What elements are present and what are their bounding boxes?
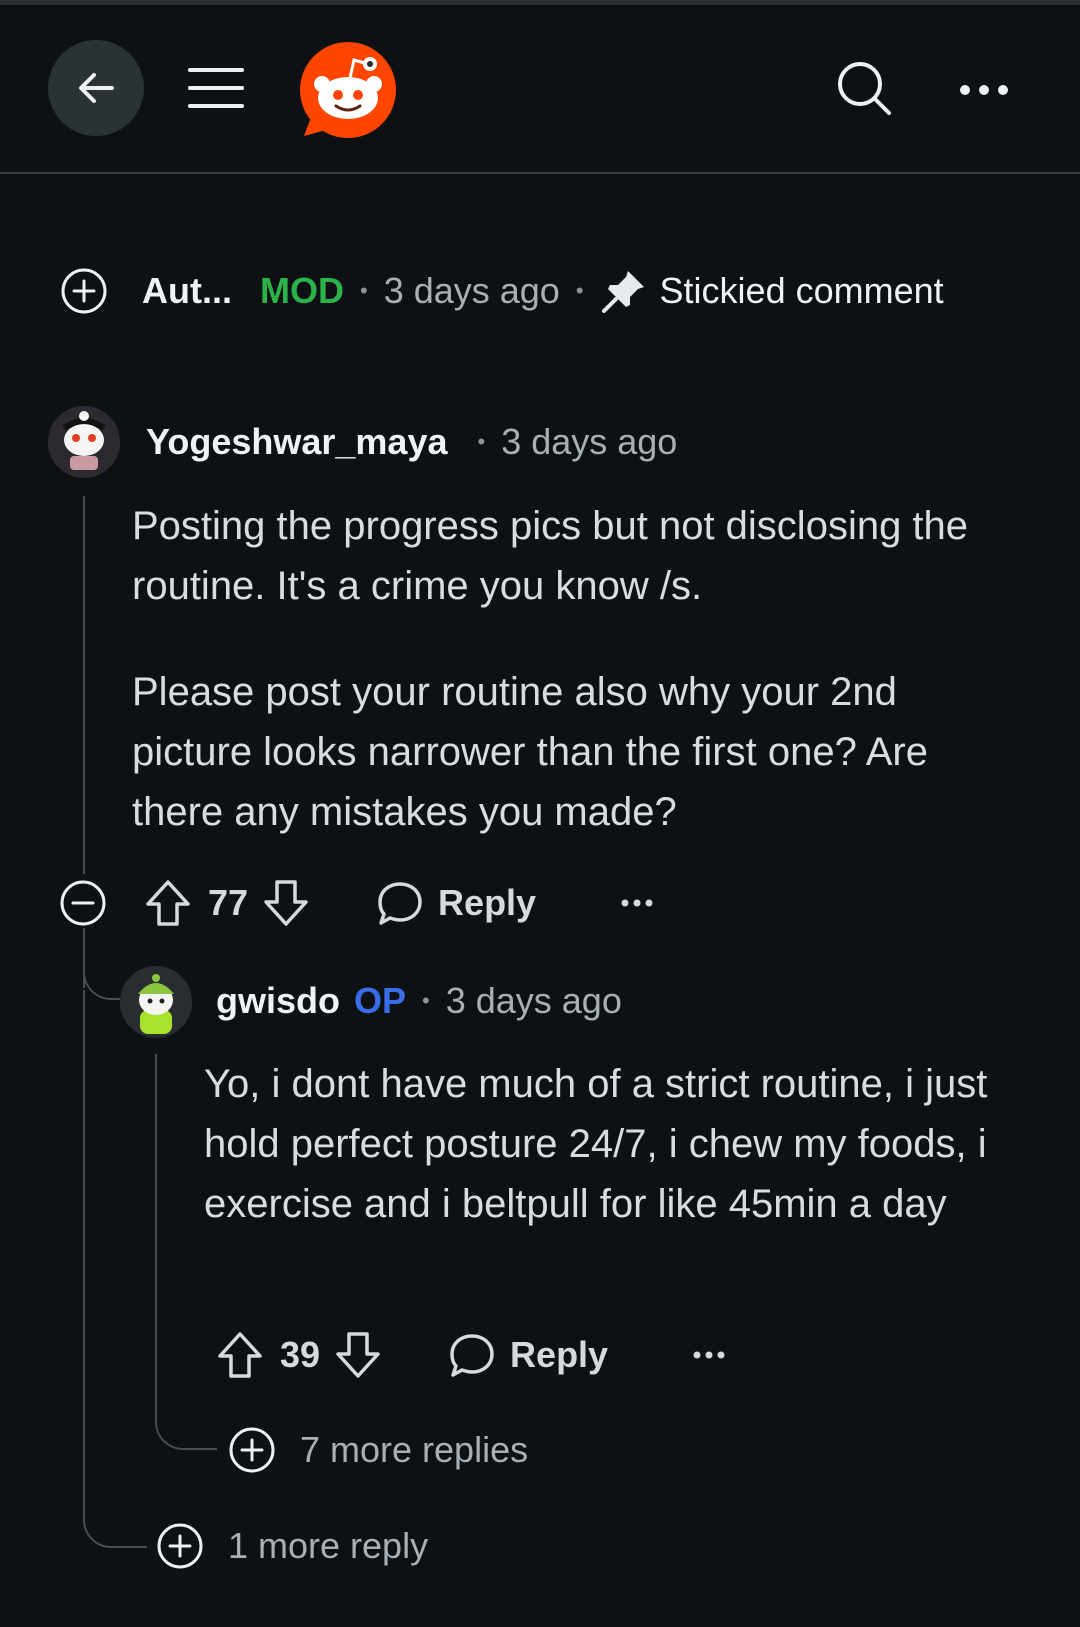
vote-count: 39: [280, 1334, 321, 1375]
comment-paragraph: Yo, i dont have much of a strict routine…: [204, 1062, 988, 1226]
comment-paragraph: Please post your routine also why your 2…: [132, 670, 928, 834]
more-reply-button[interactable]: 1 more reply: [156, 1521, 428, 1571]
separator-dot: •: [575, 278, 584, 303]
more-replies-label: 7 more replies: [300, 1429, 529, 1470]
more-options-button[interactable]: [955, 70, 1015, 110]
comment-header: Yogeshwar_maya • 3 days ago: [146, 417, 677, 467]
comment-time: 3 days ago: [501, 421, 678, 462]
reply-label: Reply: [510, 1334, 609, 1375]
avatar[interactable]: [120, 966, 192, 1038]
comment-author[interactable]: gwisdo: [216, 980, 340, 1022]
stickied-label: Stickied comment: [659, 270, 944, 311]
hamburger-menu-icon: [188, 68, 244, 108]
more-replies-button[interactable]: 7 more replies: [228, 1425, 528, 1475]
expand-icon[interactable]: [60, 267, 108, 315]
top-bar: [0, 5, 1080, 174]
back-arrow-icon: [79, 73, 114, 103]
more-options-icon[interactable]: [692, 1345, 726, 1365]
upvote-icon[interactable]: [216, 1330, 264, 1380]
back-button[interactable]: [48, 40, 144, 136]
pin-icon: [601, 271, 644, 313]
upvote-icon[interactable]: [144, 878, 192, 928]
reddit-logo[interactable]: [298, 40, 398, 140]
comment-bubble-icon: [450, 1334, 494, 1377]
reply-actions: 39 Reply: [216, 1330, 726, 1380]
collapse-icon[interactable]: [59, 879, 107, 927]
menu-button[interactable]: [186, 60, 246, 116]
comment-paragraph: Posting the progress pics but not disclo…: [132, 504, 969, 608]
search-icon: [838, 62, 891, 115]
op-badge: OP: [354, 980, 407, 1021]
thread-branch: [155, 1054, 217, 1450]
avatar[interactable]: [48, 406, 120, 478]
reply-button[interactable]: Reply: [448, 1331, 608, 1379]
comment-time: 3 days ago: [445, 980, 622, 1021]
vote-count: 77: [208, 882, 249, 923]
sticky-time: 3 days ago: [383, 270, 560, 311]
comment-bubble-icon: [378, 882, 422, 925]
downvote-icon[interactable]: [262, 878, 310, 928]
separator-dot: •: [477, 429, 486, 454]
downvote-icon[interactable]: [334, 1330, 382, 1380]
comment-header: gwisdo OP • 3 days ago: [216, 976, 622, 1026]
more-options-icon[interactable]: [620, 893, 654, 913]
comment-body: Posting the progress pics but not disclo…: [132, 496, 1012, 842]
thread-branch: [83, 990, 147, 1548]
reply-body: Yo, i dont have much of a strict routine…: [204, 1054, 1014, 1234]
comment-actions: 77 Reply: [144, 878, 654, 928]
reply-label: Reply: [438, 882, 537, 923]
search-button[interactable]: [833, 57, 895, 119]
sticky-comment-header[interactable]: Aut... MOD • 3 days ago • Stickied comme…: [60, 266, 944, 316]
separator-dot: •: [422, 988, 430, 1013]
mod-badge: MOD: [259, 270, 344, 311]
reply-button[interactable]: Reply: [376, 879, 536, 927]
comment-author[interactable]: Yogeshwar_maya: [146, 421, 447, 463]
separator-dot: •: [359, 278, 368, 303]
more-reply-label: 1 more reply: [228, 1525, 429, 1566]
expand-icon: [157, 1523, 203, 1569]
expand-icon: [229, 1427, 275, 1473]
sticky-author[interactable]: Aut...: [142, 270, 232, 312]
more-options-icon: [960, 85, 1008, 95]
thread-line: [83, 496, 85, 874]
